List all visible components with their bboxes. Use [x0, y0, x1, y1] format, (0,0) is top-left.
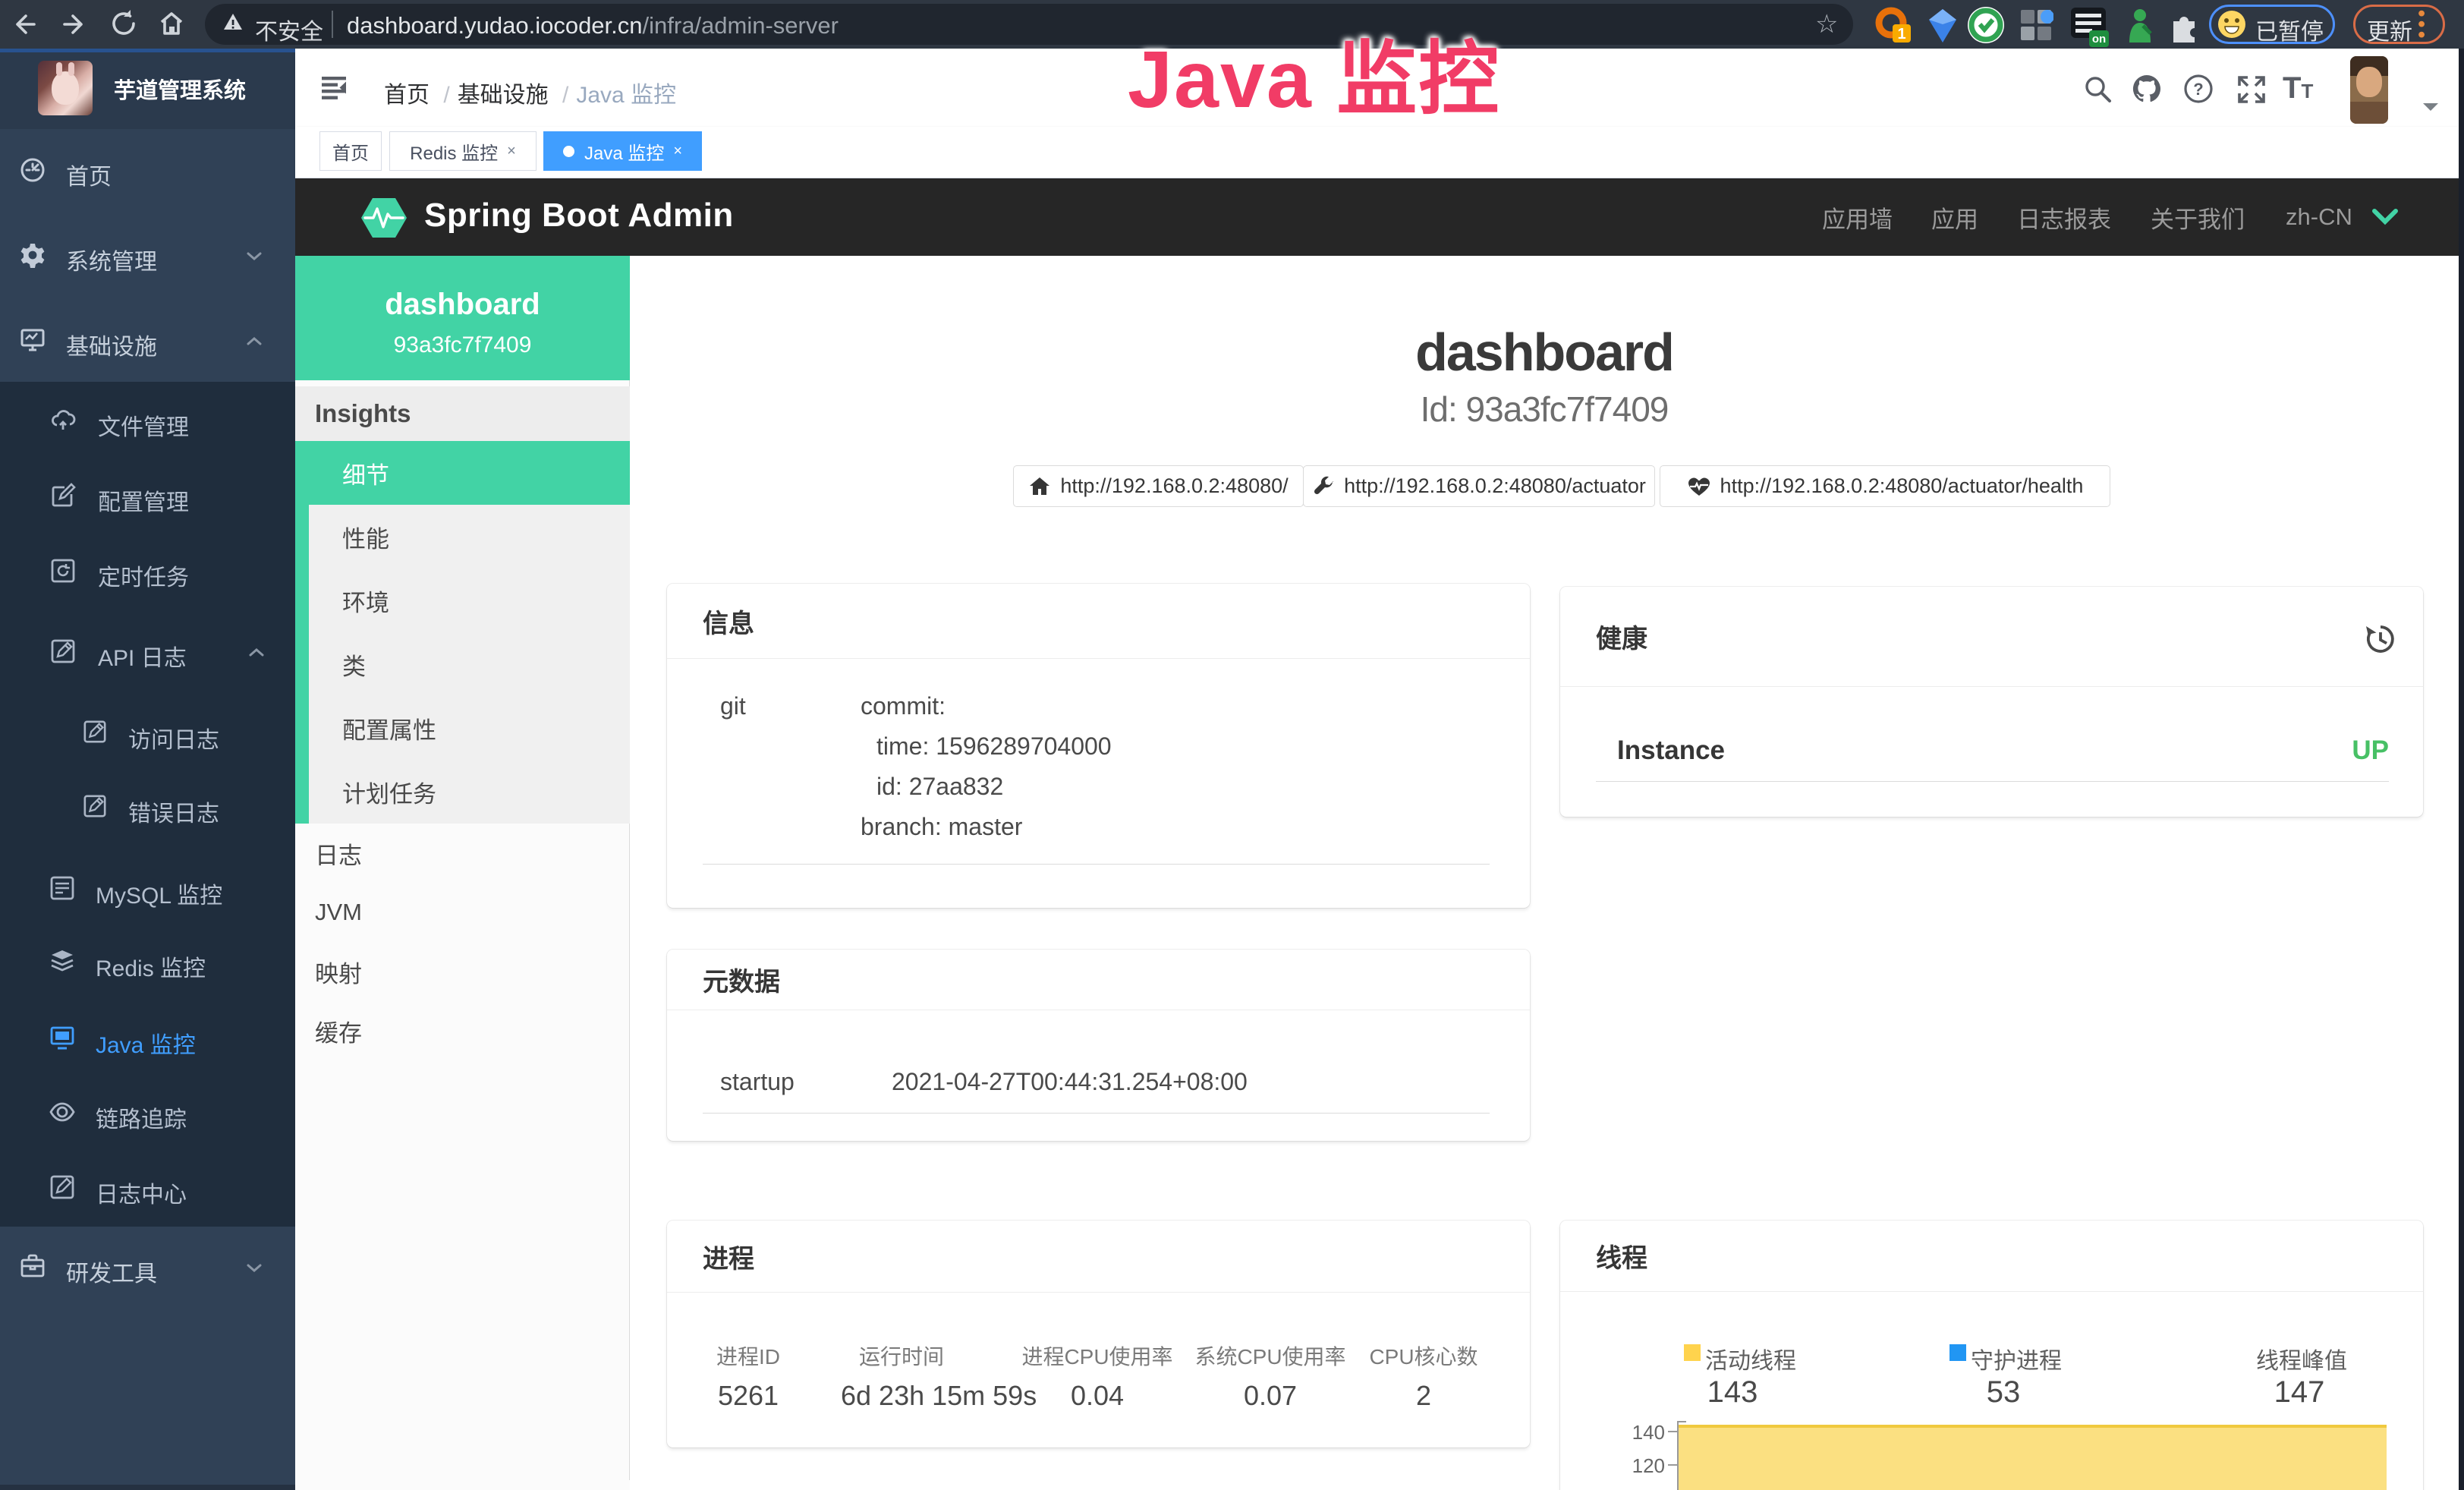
svg-text:?: ? — [2193, 80, 2203, 99]
svg-text:on: on — [2092, 33, 2106, 46]
svg-text:1: 1 — [1897, 26, 1905, 43]
